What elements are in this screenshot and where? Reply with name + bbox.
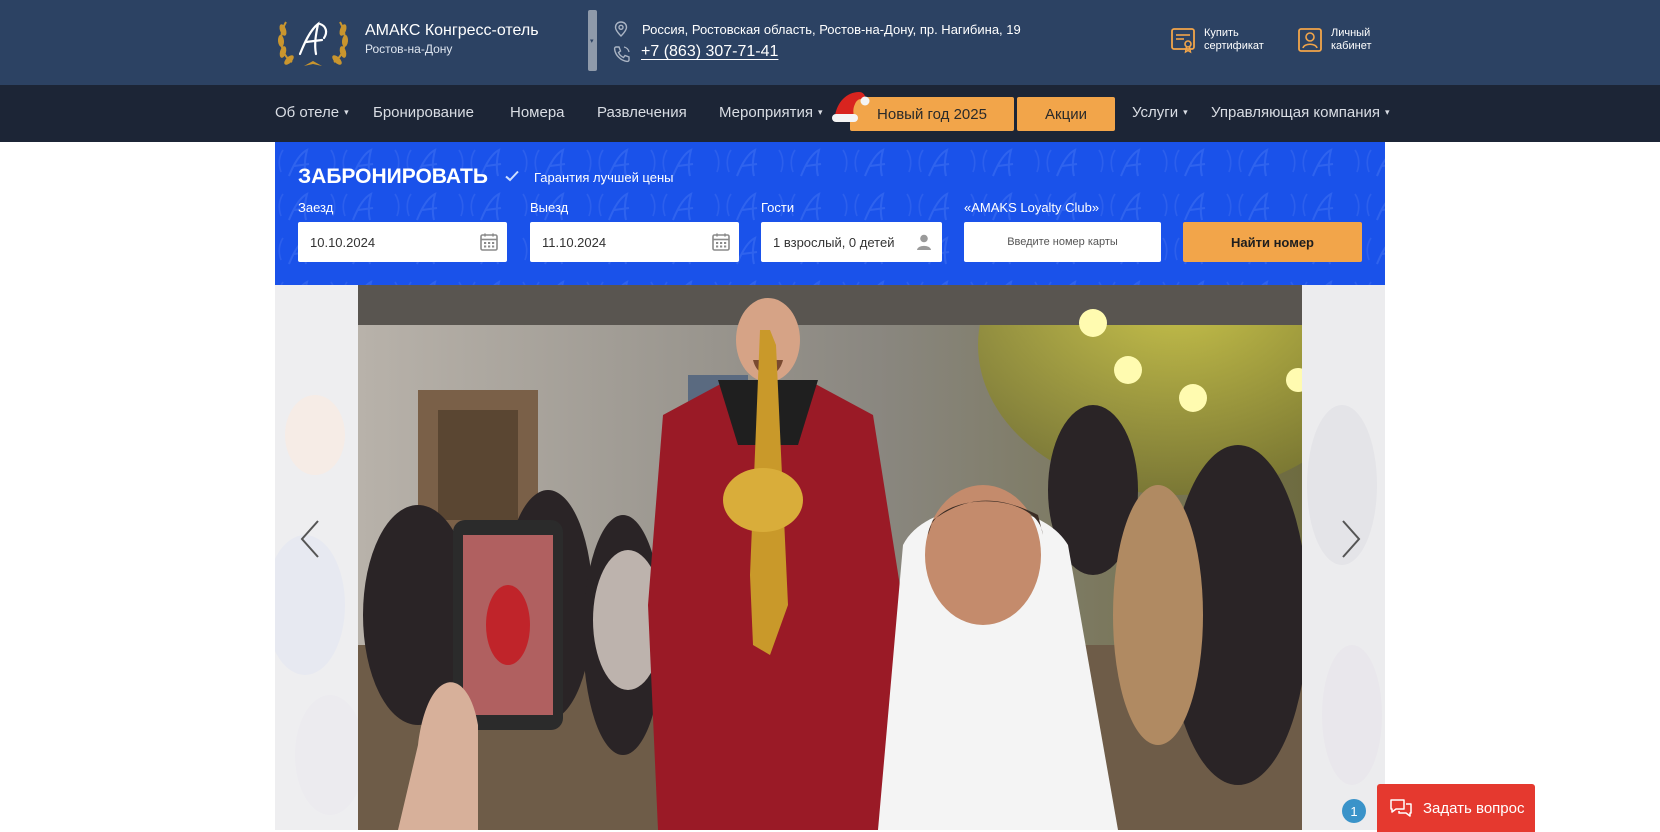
nav-item-label: Управляющая компания: [1211, 104, 1381, 121]
ask-question-button[interactable]: Задать вопрос: [1377, 784, 1535, 832]
user-card-icon: [1298, 28, 1322, 52]
hotel-city: Ростов-на-Дону: [365, 42, 453, 56]
guests-value: 1 взрослый, 0 детей: [773, 234, 895, 250]
personal-account-label: Личный кабинет: [1331, 27, 1372, 52]
buy-certificate-label: Купить сертификат: [1204, 27, 1264, 52]
nav-item-about[interactable]: Об отеле ▾: [275, 104, 349, 121]
hero-slider: [275, 285, 1385, 830]
nav-item-label: Услуги: [1132, 104, 1179, 121]
booking-title: ЗАБРОНИРОВАТЬ: [298, 165, 488, 188]
checkout-date-value: 11.10.2024: [542, 234, 607, 250]
checkin-date-field[interactable]: 10.10.2024: [298, 222, 507, 262]
checkout-label: Выезд: [530, 200, 569, 215]
new-year-2025-button[interactable]: Новый год 2025: [850, 97, 1014, 131]
map-pin-icon: [614, 21, 628, 37]
checkout-date-field[interactable]: 11.10.2024: [530, 222, 739, 262]
nav-item-rooms[interactable]: Номера: [510, 104, 565, 121]
top-header: АМАКС Конгресс-отель Ростов-на-Дону ▾ Ро…: [0, 0, 1660, 85]
nav-item-events[interactable]: Мероприятия ▾: [719, 104, 823, 121]
loyalty-club-label: «AMAKS Loyalty Club»: [964, 200, 1100, 215]
chevron-down-icon: ▾: [344, 107, 349, 117]
person-icon: [917, 234, 931, 250]
guests-label: Гости: [761, 200, 795, 215]
best-price-guarantee[interactable]: Гарантия лучшей цены: [534, 170, 674, 185]
nav-item-services[interactable]: Услуги ▾: [1132, 104, 1188, 121]
chevron-left-icon[interactable]: [296, 517, 326, 561]
personal-account-link[interactable]: Личный кабинет: [1297, 26, 1401, 54]
certificate-icon: [1171, 28, 1195, 54]
chevron-right-icon[interactable]: [1335, 517, 1365, 561]
nav-item-entertainment[interactable]: Развлечения: [597, 104, 687, 121]
nav-item-label: Мероприятия: [719, 104, 814, 121]
chevron-down-icon: ▾: [818, 107, 823, 117]
phone-icon: [613, 46, 630, 63]
chevron-down-icon: ▾: [590, 38, 594, 45]
chevron-down-icon: ▾: [1385, 107, 1390, 117]
nav-item-label: Номера: [510, 104, 565, 121]
guests-select[interactable]: 1 взрослый, 0 детей: [761, 222, 942, 262]
hotel-address: Россия, Ростовская область, Ростов-на-До…: [642, 22, 1021, 37]
check-icon: [505, 170, 519, 182]
nav-item-label: Развлечения: [597, 104, 687, 121]
chat-bubbles-icon: [1390, 799, 1412, 817]
nav-item-label: Бронирование: [373, 104, 475, 121]
hotel-name[interactable]: АМАКС Конгресс-отель: [365, 22, 539, 40]
nav-item-label: Об отеле: [275, 104, 340, 121]
calendar-icon: [712, 233, 730, 251]
booking-background-pattern: [275, 142, 1385, 285]
checkin-label: Заезд: [298, 200, 334, 215]
slide-main-photo: [358, 285, 1302, 830]
main-nav: Об отеле ▾ Бронирование Номера Развлечени…: [0, 85, 1660, 142]
loyalty-card-input[interactable]: [964, 222, 1161, 262]
calendar-icon: [480, 233, 498, 251]
checkin-date-value: 10.10.2024: [310, 234, 376, 250]
ask-question-label: Задать вопрос: [1423, 799, 1525, 817]
santa-hat-icon: [832, 92, 870, 122]
booking-widget: ЗАБРОНИРОВАТЬ Гарантия лучшей цены Заезд…: [275, 142, 1385, 285]
chevron-down-icon: ▾: [1183, 107, 1188, 117]
hotel-phone-link[interactable]: +7 (863) 307-71-41: [641, 43, 778, 61]
chat-unread-badge[interactable]: 1: [1342, 799, 1366, 823]
hotel-logo-icon[interactable]: [276, 14, 350, 70]
promotions-button[interactable]: Акции: [1017, 97, 1115, 131]
buy-certificate-link[interactable]: Купить сертификат: [1170, 26, 1274, 54]
nav-item-management-company[interactable]: Управляющая компания ▾: [1211, 104, 1390, 121]
nav-item-booking[interactable]: Бронирование: [373, 104, 474, 121]
header-toggle-handle[interactable]: ▾: [588, 10, 597, 71]
find-room-button[interactable]: Найти номер: [1183, 222, 1362, 262]
